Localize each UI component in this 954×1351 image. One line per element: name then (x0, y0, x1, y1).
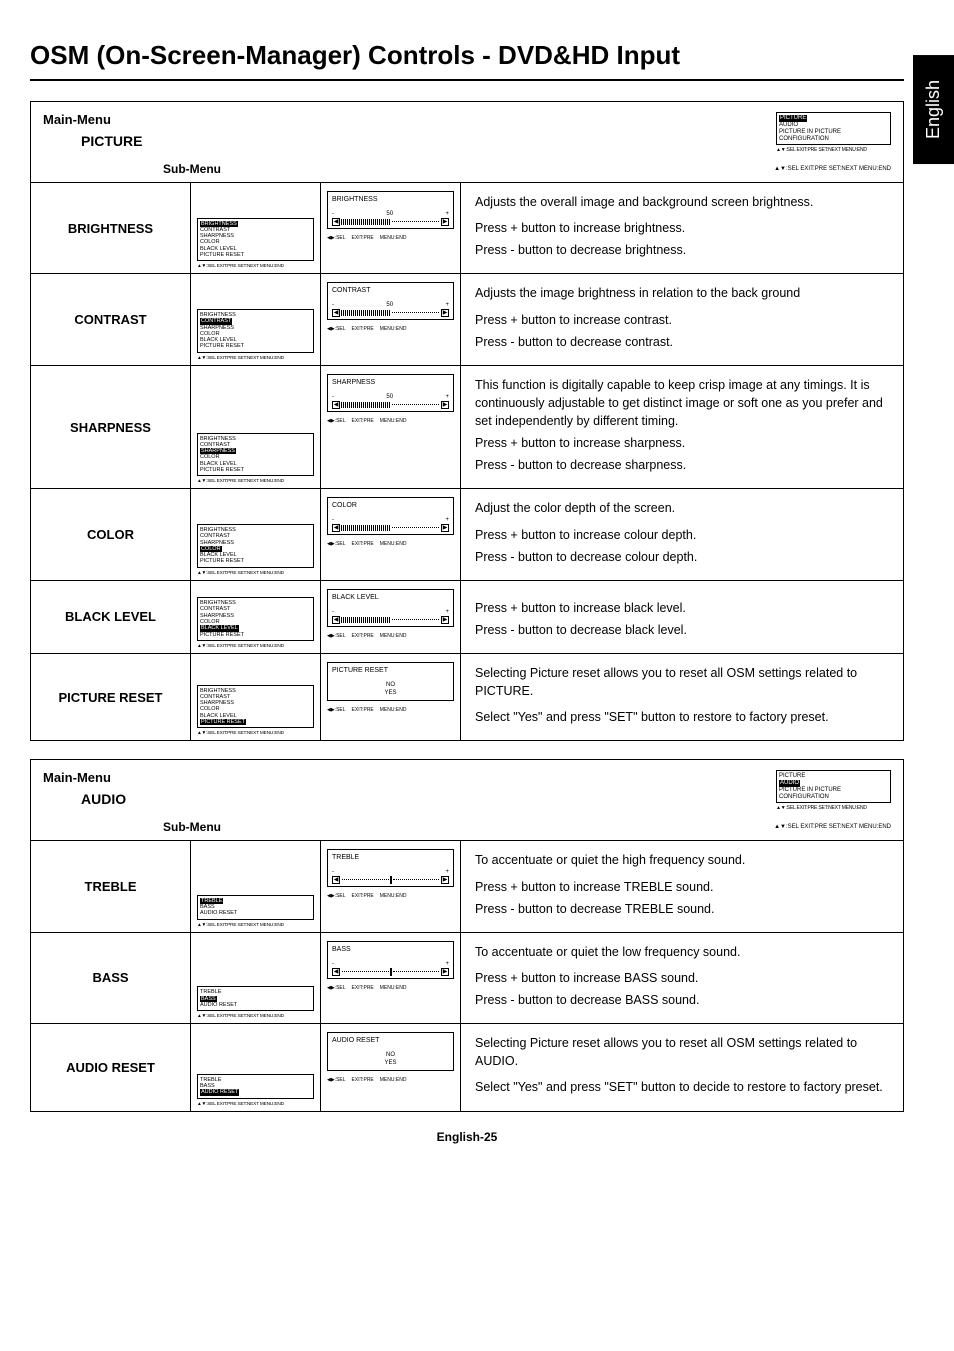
right-arrow-icon: ▶ (441, 876, 449, 884)
setting-row: BLACK LEVELBRIGHTNESSCONTRASTSHARPNESSCO… (31, 580, 903, 653)
slider-thumbnail: SHARPNESS-50+◀▶ (327, 374, 454, 412)
sub-menu-thumbnail: BRIGHTNESSCONTRASTSHARPNESSCOLORBLACK LE… (197, 685, 314, 729)
slider-thumbnail: COLOR-+◀▶ (327, 497, 454, 535)
setting-name: BRIGHTNESS (31, 183, 191, 273)
page-footer: English-25 (30, 1130, 904, 1144)
slider-nav-hint: ◀▶:SELEXIT:PREMENU:END (327, 893, 454, 899)
left-arrow-icon: ◀ (332, 616, 340, 624)
setting-row: AUDIO RESETTREBLEBASSAUDIO RESET ▲▼:SEL E… (31, 1023, 903, 1110)
setting-row: PICTURE RESETBRIGHTNESSCONTRASTSHARPNESS… (31, 653, 903, 740)
sub-menu-thumbnail: BRIGHTNESSCONTRASTSHARPNESSCOLORBLACK LE… (197, 433, 314, 477)
slider-nav-hint: ◀▶:SELEXIT:PREMENU:END (327, 985, 454, 991)
setting-row: BRIGHTNESSBRIGHTNESSCONTRASTSHARPNESSCOL… (31, 182, 903, 273)
slider-thumbnail: CONTRAST-50+◀▶ (327, 282, 454, 320)
nav-hint: ▲▼:SEL EXIT:PRE SET:NEXT MENU:END (197, 356, 314, 361)
left-arrow-icon: ◀ (332, 876, 340, 884)
setting-name: SHARPNESS (31, 366, 191, 489)
nav-hint: ▲▼:SEL EXIT:PRE SET:NEXT MENU:END (197, 923, 314, 928)
top-menu-thumbnail: PICTUREAUDIOPICTURE IN PICTURECONFIGURAT… (776, 770, 891, 803)
right-arrow-icon: ▶ (441, 616, 449, 624)
sub-menu-label: Sub-Menu (163, 162, 221, 176)
slider-nav-hint: ◀▶:SELEXIT:PREMENU:END (327, 326, 454, 332)
setting-name: BASS (31, 933, 191, 1023)
nav-hint: ▲▼:SEL EXIT:PRE SET:NEXT MENU:END (197, 571, 314, 576)
sub-menu-thumbnail: TREBLEBASSAUDIO RESET (197, 1074, 314, 1099)
right-arrow-icon: ▶ (441, 401, 449, 409)
setting-description: To accentuate or quiet the low frequency… (461, 933, 903, 1023)
slider-thumbnail: BRIGHTNESS-50+◀▶ (327, 191, 454, 229)
slider-thumbnail: BLACK LEVEL-+◀▶ (327, 589, 454, 627)
setting-name: BLACK LEVEL (31, 581, 191, 653)
left-arrow-icon: ◀ (332, 309, 340, 317)
left-arrow-icon: ◀ (332, 524, 340, 532)
right-arrow-icon: ▶ (441, 524, 449, 532)
section-audio: Main-Menu AUDIO PICTUREAUDIOPICTURE IN PIC… (30, 759, 904, 1111)
language-tab: English (913, 55, 954, 164)
setting-description: This function is digitally capable to ke… (461, 366, 903, 489)
section-picture: Main-Menu PICTURE PICTUREAUDIOPICTURE IN P… (30, 101, 904, 741)
setting-row: SHARPNESSBRIGHTNESSCONTRASTSHARPNESSCOLO… (31, 365, 903, 489)
slider-thumbnail: PICTURE RESETNOYES (327, 662, 454, 701)
sub-menu-thumbnail: BRIGHTNESSCONTRASTSHARPNESSCOLORBLACK LE… (197, 309, 314, 353)
sub-menu-label: Sub-Menu (163, 820, 221, 834)
main-menu-title: PICTURE (43, 133, 383, 149)
left-arrow-icon: ◀ (332, 218, 340, 226)
nav-hint: ▲▼:SEL EXIT:PRE SET:NEXT MENU:END (774, 824, 891, 830)
slider-thumbnail: BASS-+◀▶ (327, 941, 454, 979)
setting-description: Adjust the color depth of the screen.Pre… (461, 489, 903, 579)
setting-name: PICTURE RESET (31, 654, 191, 740)
nav-hint: ▲▼:SEL EXIT:PRE SET:NEXT MENU:END (774, 166, 891, 172)
left-arrow-icon: ◀ (332, 968, 340, 976)
title-separator (30, 79, 904, 81)
sub-menu-thumbnail: BRIGHTNESSCONTRASTSHARPNESSCOLORBLACK LE… (197, 597, 314, 641)
slider-nav-hint: ◀▶:SELEXIT:PREMENU:END (327, 541, 454, 547)
setting-row: COLORBRIGHTNESSCONTRASTSHARPNESSCOLORBLA… (31, 488, 903, 579)
slider-nav-hint: ◀▶:SELEXIT:PREMENU:END (327, 1077, 454, 1083)
setting-row: BASSTREBLEBASSAUDIO RESET ▲▼:SEL EXIT:PRE… (31, 932, 903, 1023)
nav-hint: ▲▼:SEL EXIT:PRE SET:NEXT MENU:END (776, 805, 891, 811)
setting-description: Selecting Picture reset allows you to re… (461, 654, 903, 740)
slider-nav-hint: ◀▶:SELEXIT:PREMENU:END (327, 707, 454, 713)
setting-name: CONTRAST (31, 274, 191, 364)
right-arrow-icon: ▶ (441, 968, 449, 976)
slider-thumbnail: TREBLE-+◀▶ (327, 849, 454, 887)
left-arrow-icon: ◀ (332, 401, 340, 409)
setting-description: To accentuate or quiet the high frequenc… (461, 841, 903, 931)
slider-thumbnail: AUDIO RESETNOYES (327, 1032, 454, 1071)
slider-nav-hint: ◀▶:SELEXIT:PREMENU:END (327, 633, 454, 639)
nav-hint: ▲▼:SEL EXIT:PRE SET:NEXT MENU:END (197, 479, 314, 484)
setting-row: CONTRASTBRIGHTNESSCONTRASTSHARPNESSCOLOR… (31, 273, 903, 364)
right-arrow-icon: ▶ (441, 309, 449, 317)
sub-menu-thumbnail: BRIGHTNESSCONTRASTSHARPNESSCOLORBLACK LE… (197, 218, 314, 262)
nav-hint: ▲▼:SEL EXIT:PRE SET:NEXT MENU:END (776, 147, 891, 153)
nav-hint: ▲▼:SEL EXIT:PRE SET:NEXT MENU:END (197, 264, 314, 269)
setting-name: TREBLE (31, 841, 191, 931)
sub-menu-thumbnail: TREBLEBASSAUDIO RESET (197, 986, 314, 1011)
nav-hint: ▲▼:SEL EXIT:PRE SET:NEXT MENU:END (197, 1014, 314, 1019)
main-menu-label: Main-Menu (43, 112, 383, 127)
setting-row: TREBLETREBLEBASSAUDIO RESET ▲▼:SEL EXIT:P… (31, 840, 903, 931)
top-menu-thumbnail: PICTUREAUDIOPICTURE IN PICTURECONFIGURAT… (776, 112, 891, 145)
setting-name: AUDIO RESET (31, 1024, 191, 1110)
main-menu-title: AUDIO (43, 791, 383, 807)
page-title: OSM (On-Screen-Manager) Controls - DVD&H… (30, 40, 904, 71)
slider-nav-hint: ◀▶:SELEXIT:PREMENU:END (327, 418, 454, 424)
nav-hint: ▲▼:SEL EXIT:PRE SET:NEXT MENU:END (197, 1102, 314, 1107)
nav-hint: ▲▼:SEL EXIT:PRE SET:NEXT MENU:END (197, 731, 314, 736)
setting-description: Selecting Picture reset allows you to re… (461, 1024, 903, 1110)
setting-description: Press + button to increase black level.P… (461, 581, 903, 653)
main-menu-label: Main-Menu (43, 770, 383, 785)
right-arrow-icon: ▶ (441, 218, 449, 226)
slider-nav-hint: ◀▶:SELEXIT:PREMENU:END (327, 235, 454, 241)
setting-description: Adjusts the image brightness in relation… (461, 274, 903, 364)
nav-hint: ▲▼:SEL EXIT:PRE SET:NEXT MENU:END (197, 644, 314, 649)
setting-name: COLOR (31, 489, 191, 579)
setting-description: Adjusts the overall image and background… (461, 183, 903, 273)
sub-menu-thumbnail: BRIGHTNESSCONTRASTSHARPNESSCOLORBLACK LE… (197, 524, 314, 568)
sub-menu-thumbnail: TREBLEBASSAUDIO RESET (197, 895, 314, 920)
